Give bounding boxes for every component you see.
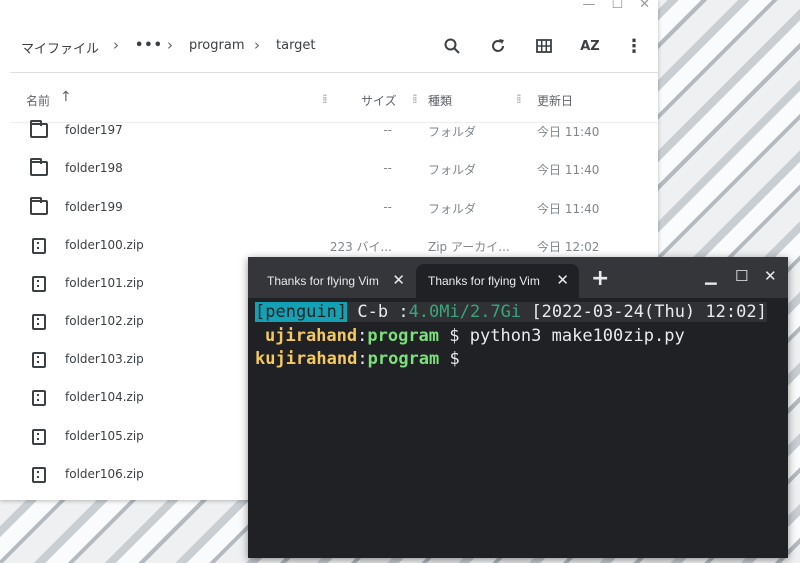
file-type: Zip アーカイ... [428, 240, 510, 254]
chevron-right-icon: › [254, 36, 260, 54]
prompt-user: ujirahand [265, 326, 358, 346]
refresh-icon[interactable] [486, 34, 510, 58]
prefix-key: C-b : [357, 302, 409, 322]
column-resize-handle[interactable]: ⁞⁞ [516, 92, 521, 106]
column-resize-handle[interactable]: ⁞⁞ [412, 92, 417, 106]
toolbar: マイファイル › ••• › program › target AZ ⋮ [0, 26, 658, 66]
file-name: folder198 [65, 161, 123, 175]
file-type: フォルダ [428, 163, 477, 177]
minimize-icon[interactable]: — [582, 0, 595, 12]
file-row[interactable]: folder199 -- フォルダ 今日 11:40 [0, 188, 658, 226]
terminal-line[interactable]: kujirahand:program $ [255, 349, 460, 369]
file-modified: 今日 11:40 [537, 163, 600, 177]
terminal-line: ujirahand:program $ python3 make100zip.p… [265, 326, 685, 346]
file-modified: 今日 11:40 [537, 202, 600, 216]
close-tab-icon[interactable]: ✕ [392, 271, 405, 289]
close-icon[interactable]: ✕ [764, 267, 777, 285]
terminal-tab-bar: Thanks for flying Vim ✕ Thanks for flyin… [248, 257, 788, 298]
zip-file-icon [32, 238, 46, 254]
file-name: folder101.zip [65, 276, 144, 290]
window-controls: — ☐ ✕ [582, 0, 650, 12]
file-name: folder105.zip [65, 429, 144, 443]
file-size: -- [383, 161, 392, 175]
tab-title: Thanks for flying Vim [428, 274, 540, 288]
terminal-tab[interactable]: Thanks for flying Vim ✕ [255, 264, 415, 298]
column-header-size[interactable]: サイズ [361, 92, 397, 109]
maximize-icon[interactable]: ☐ [735, 267, 748, 285]
close-tab-icon[interactable]: ✕ [556, 271, 569, 289]
zip-file-icon [32, 390, 46, 406]
file-type: フォルダ [428, 125, 477, 139]
chevron-right-icon: › [113, 36, 119, 54]
file-name: folder106.zip [65, 467, 144, 481]
chevron-right-icon: › [167, 36, 173, 54]
folder-icon [30, 158, 48, 176]
file-name: folder102.zip [65, 314, 144, 328]
close-icon[interactable]: ✕ [639, 0, 650, 12]
prompt-dir: program [367, 349, 440, 369]
zip-file-icon [32, 314, 46, 330]
tab-title: Thanks for flying Vim [267, 274, 379, 288]
zip-file-icon [32, 429, 46, 445]
file-name: folder104.zip [65, 390, 144, 404]
more-vert-icon[interactable]: ⋮ [622, 34, 646, 58]
toolbar-divider [10, 72, 658, 73]
file-size: 223 バイ... [329, 240, 392, 254]
breadcrumb-overflow[interactable]: ••• [135, 38, 163, 53]
file-row[interactable]: folder198 -- フォルダ 今日 11:40 [0, 149, 658, 187]
breadcrumb-program[interactable]: program [189, 38, 245, 53]
memory-usage: 4.0Mi/2.7Gi [408, 302, 522, 322]
sort-az-icon[interactable]: AZ [578, 34, 602, 58]
grid-view-icon[interactable] [532, 34, 556, 58]
arrow-up-icon[interactable]: ↑ [60, 89, 72, 105]
command-text: $ python3 make100zip.py [449, 326, 685, 346]
file-size: -- [383, 123, 392, 137]
column-resize-handle[interactable]: ⁞⁞ [322, 92, 327, 106]
session-name: [penguin] [255, 302, 348, 322]
prompt-dir: program [367, 326, 440, 346]
zip-file-icon [32, 276, 46, 292]
file-name: folder103.zip [65, 352, 144, 366]
breadcrumb-target[interactable]: target [276, 38, 316, 53]
zip-file-icon [32, 352, 46, 368]
status-datetime: [2022-03-24(Thu) 12:02] [531, 302, 767, 322]
folder-icon [30, 120, 48, 138]
file-modified: 今日 12:02 [537, 240, 600, 254]
minimize-icon[interactable]: ▁ [705, 267, 717, 285]
column-header-modified[interactable]: 更新日 [537, 92, 573, 109]
column-header-name[interactable]: 名前 [26, 92, 50, 109]
maximize-icon[interactable]: ☐ [611, 0, 623, 12]
file-row[interactable]: folder197 -- フォルダ 今日 11:40 [0, 111, 658, 149]
column-header-type[interactable]: 種類 [428, 92, 452, 109]
zip-file-icon [32, 467, 46, 483]
file-name: folder100.zip [65, 238, 144, 252]
file-size: -- [383, 200, 392, 214]
breadcrumb-my-files[interactable]: マイファイル [21, 38, 99, 57]
file-name: folder199 [65, 200, 123, 214]
prompt-user: kujirahand [255, 349, 358, 369]
search-icon[interactable] [440, 34, 464, 58]
tmux-status-line: [penguin] C-b :4.0Mi/2.7Gi [2022-03-24(T… [255, 302, 767, 322]
terminal-window[interactable]: Thanks for flying Vim ✕ Thanks for flyin… [248, 257, 788, 558]
new-tab-icon[interactable]: + [591, 266, 609, 291]
file-modified: 今日 11:40 [537, 125, 600, 139]
file-type: フォルダ [428, 202, 477, 216]
folder-icon [30, 197, 48, 215]
terminal-tab-active[interactable]: Thanks for flying Vim ✕ [416, 264, 579, 298]
file-name: folder197 [65, 123, 123, 137]
command-text: $ [449, 349, 460, 369]
